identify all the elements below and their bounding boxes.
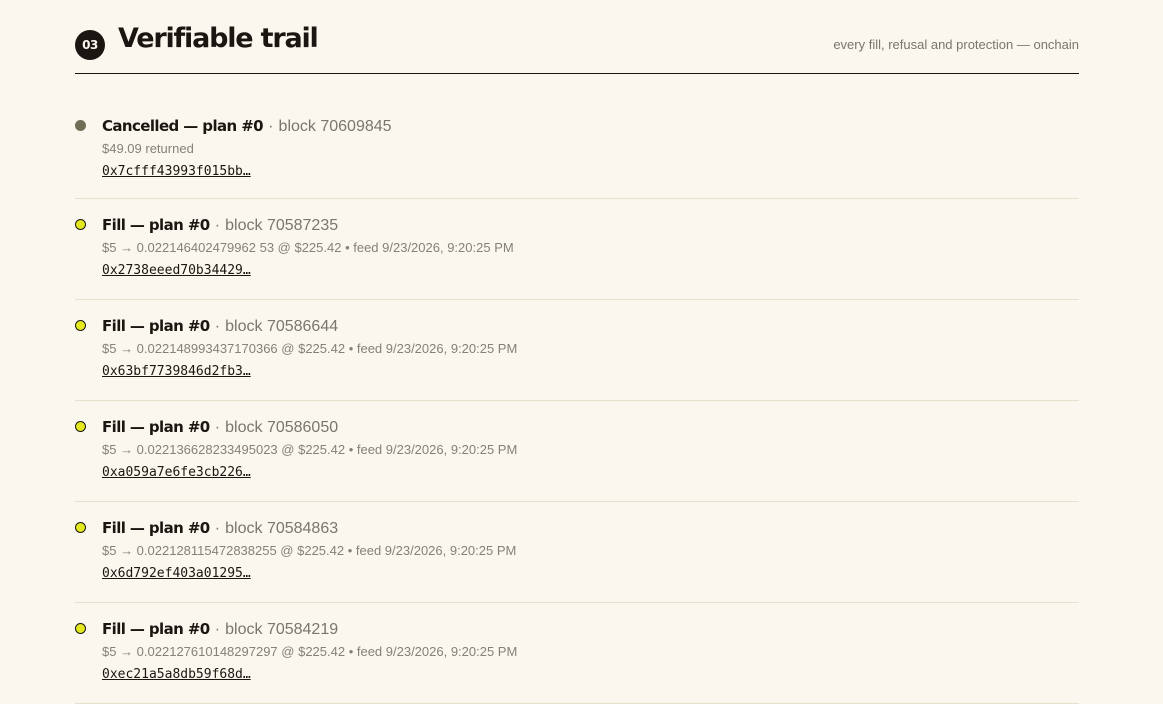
event-heading: Fill — plan #0 · block 70586644 <box>102 316 338 337</box>
status-dot-icon <box>75 320 86 331</box>
event-title: Fill — plan #0 <box>102 620 210 638</box>
event-title: Fill — plan #0 <box>102 216 210 234</box>
verifiable-trail-section: 03 Verifiable trail every fill, refusal … <box>75 0 1079 704</box>
event-heading: Fill — plan #0 · block 70587235 <box>102 215 338 236</box>
event-detail: $5 → 0.022127610148297297 @ $225.42 • fe… <box>102 644 518 659</box>
status-dot-icon <box>75 421 86 432</box>
event-item: Fill — plan #0 · block 70584863 $5 → 0.0… <box>75 502 1079 603</box>
tx-hash-link[interactable]: 0x6d792ef403a01295… <box>102 565 251 583</box>
event-title: Fill — plan #0 <box>102 317 210 335</box>
event-block: block 70586644 <box>225 318 339 335</box>
status-dot-icon <box>75 522 86 533</box>
event-block: block 70609845 <box>278 118 392 135</box>
tx-hash-link[interactable]: 0xa059a7e6fe3cb226… <box>102 464 251 482</box>
event-heading: Cancelled — plan #0 · block 70609845 <box>102 116 392 137</box>
tx-hash-link[interactable]: 0x63bf7739846d2fb3… <box>102 363 251 381</box>
event-heading: Fill — plan #0 · block 70586050 <box>102 417 338 438</box>
event-heading: Fill — plan #0 · block 70584863 <box>102 518 338 539</box>
section-number-badge: 03 <box>75 30 105 60</box>
separator-dot: · <box>214 520 221 537</box>
status-dot-icon <box>75 120 86 131</box>
event-detail: $5 → 0.022148993437170366 @ $225.42 • fe… <box>102 341 518 356</box>
tx-hash-link[interactable]: 0xec21a5a8db59f68d… <box>102 666 251 684</box>
tx-hash-link[interactable]: 0x7cfff43993f015bb… <box>102 163 251 181</box>
event-block: block 70584863 <box>225 520 339 537</box>
separator-dot: · <box>214 217 221 234</box>
event-block: block 70587235 <box>225 217 339 234</box>
event-heading: Fill — plan #0 · block 70584219 <box>102 619 338 640</box>
section-header: 03 Verifiable trail every fill, refusal … <box>75 0 1079 74</box>
event-detail: $5 → 0.022128115472838255 @ $225.42 • fe… <box>102 543 517 558</box>
separator-dot: · <box>214 419 221 436</box>
event-item: Fill — plan #0 · block 70587235 $5 → 0.0… <box>75 199 1079 300</box>
event-detail: $5 → 0.022136628233495023 @ $225.42 • fe… <box>102 442 518 457</box>
section-title: Verifiable trail <box>118 23 319 54</box>
status-dot-icon <box>75 219 86 230</box>
section-tagline: every fill, refusal and protection — onc… <box>833 37 1079 52</box>
event-detail: $5 → 0.022146402479962 53 @ $225.42 • fe… <box>102 240 514 255</box>
event-block: block 70584219 <box>225 621 339 638</box>
separator-dot: · <box>268 118 274 135</box>
separator-dot: · <box>214 621 221 638</box>
separator-dot: · <box>214 318 221 335</box>
event-title: Fill — plan #0 <box>102 519 210 537</box>
status-dot-icon <box>75 623 86 634</box>
event-item: Fill — plan #0 · block 70586644 $5 → 0.0… <box>75 300 1079 401</box>
event-list: Cancelled — plan #0 · block 70609845 $49… <box>75 74 1079 704</box>
event-item: Fill — plan #0 · block 70584219 $5 → 0.0… <box>75 603 1079 704</box>
event-title: Cancelled — plan #0 <box>102 117 264 135</box>
event-title: Fill — plan #0 <box>102 418 210 436</box>
event-block: block 70586050 <box>225 419 339 436</box>
event-item: Cancelled — plan #0 · block 70609845 $49… <box>75 74 1079 199</box>
event-detail: $49.09 returned <box>102 141 194 156</box>
tx-hash-link[interactable]: 0x2738eeed70b34429… <box>102 262 251 280</box>
event-item: Fill — plan #0 · block 70586050 $5 → 0.0… <box>75 401 1079 502</box>
